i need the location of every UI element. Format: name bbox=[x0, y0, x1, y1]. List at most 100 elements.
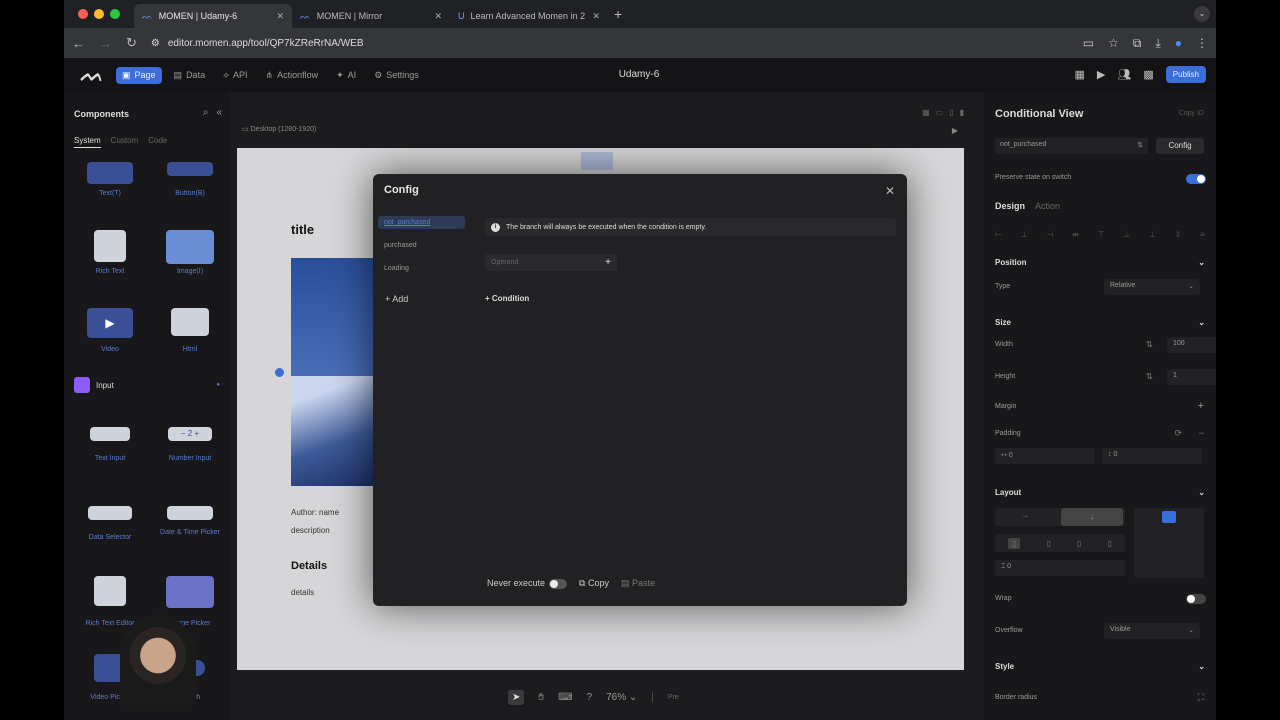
component-image[interactable]: Image(I) bbox=[155, 230, 225, 275]
forward-icon[interactable]: → bbox=[99, 36, 112, 51]
distribute-h-icon[interactable]: ⇹ bbox=[1072, 230, 1079, 239]
nav-ai[interactable]: ✦ AI bbox=[330, 67, 362, 84]
horizontal-direction-icon[interactable]: → bbox=[1021, 511, 1029, 520]
overflow-select[interactable]: Visible ⌄ bbox=[1104, 623, 1200, 639]
desktop-view-icon[interactable]: ▭ bbox=[936, 108, 944, 117]
paste-button[interactable]: ▤ Paste bbox=[621, 578, 655, 589]
browser-tab[interactable]: ᨓ MOMEN | Mirror ✕ bbox=[292, 4, 450, 28]
author-text[interactable]: Author: name bbox=[291, 508, 339, 517]
component-text[interactable]: Text(T) bbox=[75, 162, 145, 197]
component-date-time-picker[interactable]: Date & Time Picker bbox=[155, 506, 225, 536]
component-button[interactable]: Button(B) bbox=[155, 162, 225, 197]
nav-api[interactable]: ⟡ API bbox=[217, 67, 253, 84]
tab-search-chevron-icon[interactable]: ⌄ bbox=[1194, 6, 1210, 22]
align-left-icon[interactable]: ⊢ bbox=[995, 230, 1002, 239]
branch-loading[interactable]: Loading bbox=[378, 262, 465, 275]
tab-design[interactable]: Design bbox=[995, 201, 1025, 211]
align-right-icon[interactable]: ⊣ bbox=[1046, 230, 1053, 239]
browser-tab[interactable]: ᨓ MOMEN | Udamy-6 ✕ bbox=[134, 4, 292, 28]
device-selector[interactable]: ▭ Desktop (1280-1920) bbox=[242, 125, 316, 133]
document-icon[interactable]: ▦ bbox=[1075, 68, 1085, 81]
copy-button[interactable]: ⧉ Copy bbox=[579, 578, 609, 589]
nav-settings[interactable]: ⚙ Settings bbox=[368, 67, 425, 84]
height-mode-icon[interactable]: ⇅ bbox=[1146, 372, 1153, 381]
branch-select[interactable]: not_purchased ⇅ bbox=[995, 138, 1148, 154]
expand-radius-icon[interactable]: ⛶ bbox=[1198, 692, 1204, 703]
minimize-window-button[interactable] bbox=[94, 9, 104, 19]
align-bottom-icon[interactable]: ⊥ bbox=[1149, 230, 1156, 239]
vertical-direction-icon[interactable]: ↓ bbox=[1061, 508, 1123, 526]
copy-id-button[interactable]: Copy ID bbox=[1179, 110, 1204, 117]
tab-code[interactable]: Code bbox=[148, 136, 167, 148]
style-section[interactable]: Style ⌄ bbox=[995, 662, 1205, 671]
never-execute-toggle[interactable]: Never execute bbox=[487, 578, 568, 589]
help-icon[interactable]: ? bbox=[587, 692, 593, 703]
pack-start-icon[interactable]: ▯ bbox=[1008, 537, 1021, 549]
layout-section[interactable]: Layout ⌄ bbox=[995, 488, 1205, 497]
card-title[interactable]: title bbox=[291, 222, 314, 237]
plus-icon[interactable]: + bbox=[605, 257, 611, 268]
config-button[interactable]: Config bbox=[1156, 138, 1204, 154]
zoom-select[interactable]: 76% ⌄ bbox=[606, 692, 637, 703]
close-icon[interactable]: ✕ bbox=[885, 184, 895, 198]
pack-end-icon[interactable]: ▯ bbox=[1077, 539, 1081, 548]
width-input[interactable]: 100% bbox=[1167, 337, 1216, 353]
reset-padding-icon[interactable]: ⟳ bbox=[1174, 428, 1182, 439]
nav-actionflow[interactable]: ⋔ Actionflow bbox=[260, 67, 325, 84]
preview-mode[interactable]: Pre bbox=[668, 694, 679, 701]
browser-menu-icon[interactable]: ⋮ bbox=[1196, 36, 1208, 50]
extensions-icon[interactable]: ⧉ bbox=[1133, 36, 1142, 51]
play-preview-icon[interactable]: ▶ bbox=[1097, 68, 1105, 81]
details-heading[interactable]: Details bbox=[291, 560, 327, 572]
profile-avatar-icon[interactable]: ● bbox=[1175, 36, 1182, 50]
mobile-view-icon[interactable]: ▮ bbox=[960, 108, 964, 117]
tab-custom[interactable]: Custom bbox=[111, 136, 139, 148]
momen-logo[interactable]: ᨓ bbox=[64, 64, 116, 87]
collaborators-icon[interactable]: 👥︎ bbox=[1117, 68, 1131, 81]
bookmark-star-icon[interactable]: ☆ bbox=[1108, 36, 1119, 50]
collapse-panel-icon[interactable]: « bbox=[216, 107, 222, 118]
branch-not-purchased[interactable]: not_purchased bbox=[378, 216, 465, 229]
close-tab-icon[interactable]: ✕ bbox=[276, 11, 284, 22]
description-text[interactable]: description bbox=[291, 526, 330, 535]
run-preview-icon[interactable]: ▶ bbox=[952, 126, 958, 135]
position-type-select[interactable]: Relative ⌄ bbox=[1104, 279, 1200, 295]
site-info-icon[interactable]: ⚙ bbox=[151, 38, 160, 49]
tab-action[interactable]: Action bbox=[1035, 201, 1060, 211]
component-data-selector[interactable]: Data Selector bbox=[75, 506, 145, 541]
branch-purchased[interactable]: purchased bbox=[378, 239, 465, 252]
align-center-h-icon[interactable]: ⊥ bbox=[1021, 230, 1028, 239]
component-text-input[interactable]: Text Input bbox=[75, 427, 145, 462]
select-tool-icon[interactable]: ➤ bbox=[508, 689, 525, 705]
preserve-state-toggle[interactable] bbox=[1186, 174, 1206, 184]
component-video[interactable]: ▶ Video bbox=[75, 308, 145, 353]
height-input[interactable]: 1fr bbox=[1167, 369, 1216, 385]
align-middle-icon[interactable]: ⊥ bbox=[1123, 230, 1130, 239]
component-html[interactable]: Html bbox=[155, 308, 225, 353]
details-text[interactable]: details bbox=[291, 588, 314, 597]
publish-button[interactable]: Publish bbox=[1165, 66, 1206, 83]
remove-padding-icon[interactable]: − bbox=[1199, 428, 1204, 438]
close-tab-icon[interactable]: ✕ bbox=[434, 11, 442, 22]
distribute-v-icon[interactable]: ⇳ bbox=[1175, 230, 1182, 239]
search-icon[interactable]: ⌕ bbox=[203, 107, 209, 118]
align-top-icon[interactable]: ⊤ bbox=[1098, 230, 1105, 239]
version-icon[interactable]: ▩ bbox=[1143, 68, 1153, 81]
browser-tab[interactable]: U Learn Advanced Momen in 2 ✕ bbox=[450, 4, 608, 28]
grid-view-icon[interactable]: ▦ bbox=[922, 108, 930, 117]
tablet-view-icon[interactable]: ▯ bbox=[949, 108, 953, 117]
close-window-button[interactable] bbox=[78, 9, 88, 19]
close-tab-icon[interactable]: ✕ bbox=[592, 11, 600, 22]
width-mode-icon[interactable]: ⇅ bbox=[1146, 340, 1153, 349]
selection-handle[interactable] bbox=[275, 368, 284, 377]
component-rich-text-editor[interactable]: Rich Text Editor bbox=[75, 576, 145, 627]
pack-center-icon[interactable]: ▯ bbox=[1047, 539, 1051, 548]
keyboard-icon[interactable]: ⌨ bbox=[558, 692, 572, 703]
input-section-header[interactable]: Input ● bbox=[74, 377, 220, 393]
hand-tool-icon[interactable]: ✋︎ bbox=[538, 692, 544, 703]
add-condition-button[interactable]: + Condition bbox=[485, 294, 529, 303]
tab-system[interactable]: System bbox=[74, 136, 101, 148]
new-tab-icon[interactable]: + bbox=[614, 6, 622, 22]
download-icon[interactable]: ⤓ bbox=[1155, 36, 1160, 51]
toggle-switch[interactable] bbox=[549, 578, 568, 589]
